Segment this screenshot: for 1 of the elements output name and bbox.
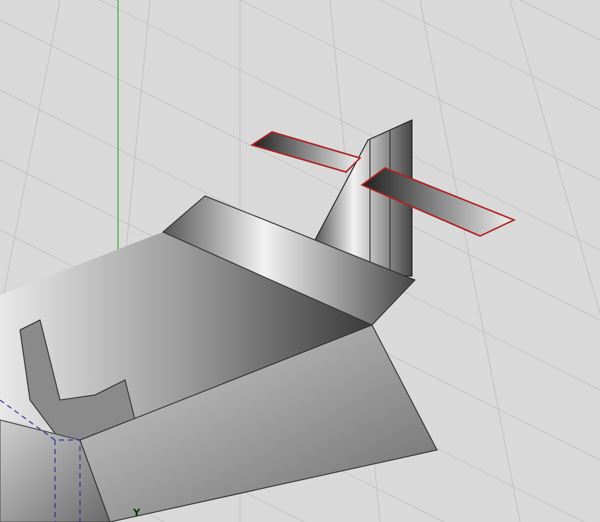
axis-label: Y: [133, 508, 140, 520]
